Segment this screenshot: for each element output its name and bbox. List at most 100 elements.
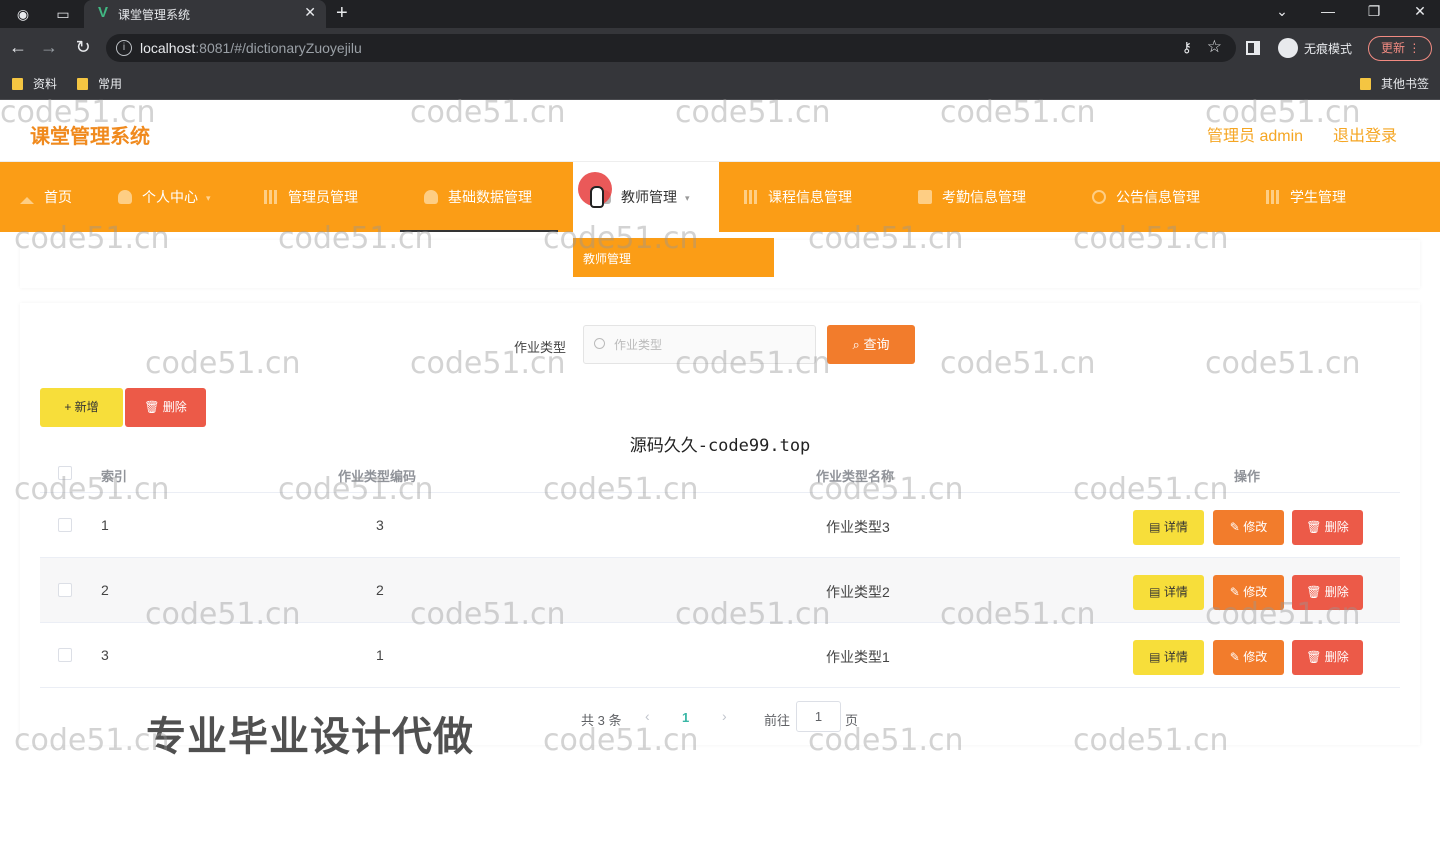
bell-icon [1092,190,1106,204]
nav-item-profile[interactable]: 个人中心 ▾ [118,162,211,232]
search-label: 作业类型 [514,340,567,355]
key-icon[interactable]: ⚷ [1182,39,1192,56]
cell-name: 作业类型3 [826,519,890,535]
update-label: 更新 [1381,41,1406,55]
nav-label: 基础数据管理 [448,189,532,205]
forward-icon[interactable]: → [38,37,60,58]
reload-icon[interactable]: ↻ [72,37,94,58]
nav-label: 个人中心 [142,189,198,205]
browser-tab[interactable]: V 课堂管理系统 ✕ [84,0,326,28]
search-field[interactable] [614,335,804,355]
dropdown-item-teacher[interactable]: 教师管理 [583,250,631,267]
browser-tab-strip: ◉ ▭ V 课堂管理系统 ✕ + ⌄ — ❐ ✕ [0,0,1440,28]
cell-name: 作业类型2 [826,584,890,600]
goto-page-input[interactable]: 1 [796,701,841,732]
search-icon [594,338,605,349]
table-row: 2 2 作业类型2 ▤ 详情 ✎ 修改 🗑 删除 [40,558,1400,623]
header-index: 索引 [101,469,128,484]
bookmark-star-icon[interactable]: ☆ [1207,37,1222,57]
url-text[interactable]: localhost:8081/#/dictionaryZuoyejilu [140,40,362,56]
detail-label: 详情 [1163,585,1188,599]
prev-page-icon[interactable]: ‹ [645,708,650,724]
next-page-icon[interactable]: › [722,708,727,724]
nav-item-admin[interactable]: 管理员管理 [264,162,358,232]
side-panel-icon[interactable] [1246,41,1260,55]
cell-index: 2 [101,582,109,598]
bookmark-label: 资料 [33,77,58,91]
batch-delete-button[interactable]: 🗑 删除 [125,388,206,427]
page-number-current[interactable]: 1 [682,710,689,725]
search-input[interactable] [583,325,816,364]
url-host: localhost [140,40,196,56]
delete-button[interactable]: 🗑 删除 [1292,575,1363,610]
nav-item-base-data[interactable]: 基础数据管理 [400,162,558,232]
folder-icon [12,78,23,90]
incognito-label: 无痕模式 [1304,42,1353,56]
nav-item-course[interactable]: 课程信息管理 [744,162,852,232]
delete-button[interactable]: 🗑 删除 [1292,510,1363,545]
edit-button[interactable]: ✎ 修改 [1213,575,1284,610]
grid-icon [744,190,758,204]
address-bar[interactable]: i localhost:8081/#/dictionaryZuoyejilu ⚷… [106,34,1236,62]
nav-item-attendance[interactable]: 考勤信息管理 [918,162,1026,232]
data-table: 索引 作业类型编码 作业类型名称 操作 1 3 作业类型3 ▤ 详情 ✎ 修改 … [40,455,1400,688]
nav-label: 教师管理 [621,189,677,205]
cell-index: 3 [101,647,109,663]
nav-item-notice[interactable]: 公告信息管理 [1092,162,1200,232]
cell-name: 作业类型1 [826,649,890,665]
nav-label: 公告信息管理 [1116,189,1200,205]
detail-button[interactable]: ▤ 详情 [1133,640,1204,675]
vue-logo-icon: V [97,4,108,21]
query-label: 查询 [863,337,890,352]
window-close-icon[interactable]: ✕ [1410,3,1430,20]
add-label: 新增 [74,400,99,414]
browser-menu-icon[interactable]: ◉ [14,5,32,23]
nav-label: 管理员管理 [288,189,358,205]
browser-toolbar: ← → ↻ i localhost:8081/#/dictionaryZuoye… [0,28,1440,68]
delete-button[interactable]: 🗑 删除 [1292,640,1363,675]
row-checkbox[interactable] [58,583,72,597]
goto-label: 前往 [764,713,791,728]
nav-label: 课程信息管理 [768,189,852,205]
header-ops: 操作 [1234,469,1261,484]
url-path: :8081/#/dictionaryZuoyejilu [195,40,362,56]
nav-item-home[interactable]: 首页 [20,162,72,232]
logout-link[interactable]: 退出登录 [1333,122,1397,146]
site-info-icon[interactable]: i [116,40,132,56]
add-button[interactable]: + 新增 [40,388,123,427]
table-row: 1 3 作业类型3 ▤ 详情 ✎ 修改 🗑 删除 [40,493,1400,558]
nav-item-student[interactable]: 学生管理 [1266,162,1346,232]
detail-button[interactable]: ▤ 详情 [1133,510,1204,545]
detail-button[interactable]: ▤ 详情 [1133,575,1204,610]
back-icon[interactable]: ← [7,37,29,58]
select-all-checkbox[interactable] [58,466,72,480]
restore-icon[interactable]: ❐ [1364,3,1384,20]
row-checkbox[interactable] [58,518,72,532]
folder-icon [1360,78,1371,90]
edit-button[interactable]: ✎ 修改 [1213,640,1284,675]
bookmark-folder-ziliao[interactable]: 资料 [12,75,57,92]
update-button[interactable]: 更新 ⋮ [1368,36,1432,61]
bookmarks-bar: 资料 常用 其他书签 [0,68,1440,100]
query-button[interactable]: ⌕ 查询 [827,325,915,364]
tab-list-icon[interactable]: ⌄ [1272,3,1292,20]
row-checkbox[interactable] [58,648,72,662]
edit-button[interactable]: ✎ 修改 [1213,510,1284,545]
minimize-icon[interactable]: — [1318,3,1338,19]
cell-code: 1 [376,647,384,663]
nav-label: 考勤信息管理 [942,189,1026,205]
detail-label: 详情 [1163,520,1188,534]
tab-title: 课堂管理系统 [118,8,191,22]
other-bookmarks[interactable]: 其他书签 [1360,75,1429,92]
edit-label: 修改 [1243,585,1268,599]
delete-label: 删除 [162,400,187,414]
tab-close-icon[interactable]: ✕ [304,4,316,21]
chevron-down-icon: ▾ [206,193,211,203]
bookmark-label: 常用 [98,77,123,91]
tab-search-icon[interactable]: ▭ [54,5,72,23]
cell-code: 2 [376,582,384,598]
bookmark-folder-changyong[interactable]: 常用 [77,75,122,92]
teacher-dropdown-menu: 教师管理 [573,238,774,277]
new-tab-icon[interactable]: + [336,2,348,25]
grid-icon [264,190,278,204]
